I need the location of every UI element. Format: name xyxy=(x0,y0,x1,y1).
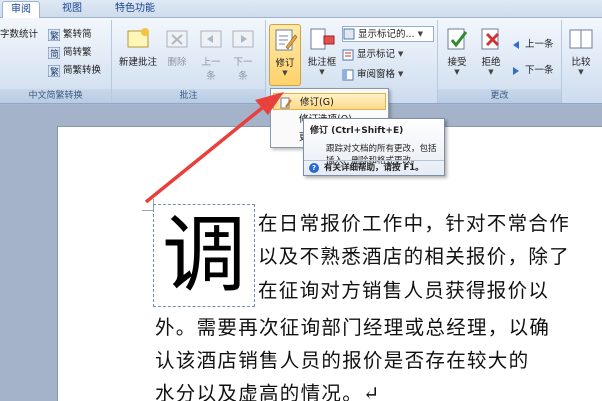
cn-convert-label: 简繁转换 xyxy=(63,65,102,76)
document-line: 外。需要再次征询部门经理或总经理，以确 xyxy=(155,316,551,339)
group-compare: 比较 ▼ xyxy=(562,20,602,103)
prev-comment-label-2: 条 xyxy=(206,71,216,82)
chevron-down-icon: ▼ xyxy=(398,70,404,78)
word-count-button[interactable]: 字数统计 xyxy=(0,26,38,43)
delete-comment-label: 删除 xyxy=(167,57,187,68)
markup-display-value: 显示标记的... xyxy=(358,28,415,40)
simp-to-trad-icon: 简 xyxy=(47,46,61,60)
next-comment-icon xyxy=(230,26,256,52)
menu-item-track-changes[interactable]: 修订(G) xyxy=(273,93,386,110)
trad-to-simp-icon: 繁 xyxy=(47,28,61,42)
simp-to-trad-label: 简转繁 xyxy=(63,47,92,58)
track-changes-button[interactable]: 修订 ▼ xyxy=(269,24,301,86)
reject-icon xyxy=(478,26,504,52)
review-pane-button[interactable]: 审阅窗格 ▼ xyxy=(342,66,403,83)
help-icon: ? xyxy=(309,163,319,173)
document-line: 在日常报价工作中，针对不常合作 xyxy=(258,212,571,235)
prev-change-icon xyxy=(510,39,522,51)
next-comment-label-2: 条 xyxy=(238,71,248,82)
trad-to-simp-button[interactable]: 繁 繁转简 xyxy=(47,26,92,43)
show-markup-button[interactable]: 显示标记 ▼ xyxy=(342,46,403,63)
prev-change-button[interactable]: 上一条 xyxy=(510,36,554,53)
chevron-down-icon: ▼ xyxy=(578,68,584,76)
balloons-icon xyxy=(309,26,335,52)
tab-review[interactable]: 审阅 xyxy=(2,1,40,18)
show-markup-icon xyxy=(342,49,354,61)
balloons-button[interactable]: 批注框 ▼ xyxy=(304,24,340,86)
chevron-down-icon: ▼ xyxy=(417,29,423,38)
next-change-button[interactable]: 下一条 xyxy=(510,62,554,79)
group-comments: 新建批注 删除 上一 条 下一 条 批注 xyxy=(112,20,266,103)
new-comment-label: 新建批注 xyxy=(118,57,157,68)
tab-special-features[interactable]: 特色功能 xyxy=(104,1,166,18)
track-changes-icon xyxy=(280,97,292,109)
ribbon-tab-strip: 审阅 视图 特色功能 xyxy=(0,0,602,18)
group-label-comments: 批注 xyxy=(112,89,265,103)
reject-label: 拒绝 xyxy=(481,57,501,68)
delete-comment-button[interactable]: 删除 xyxy=(162,24,192,86)
svg-text:简: 简 xyxy=(50,48,59,59)
next-change-label: 下一条 xyxy=(525,65,554,76)
track-changes-label: 修订 xyxy=(275,58,295,69)
next-change-icon xyxy=(510,65,522,77)
balloons-label: 批注框 xyxy=(307,57,337,68)
svg-text:繁: 繁 xyxy=(50,66,59,77)
chevron-down-icon: ▼ xyxy=(282,69,288,77)
cn-convert-icon: 繁 xyxy=(47,64,61,78)
document-line: 认该酒店销售人员的报价是否存在较大的 xyxy=(155,349,530,372)
new-comment-button[interactable]: 新建批注 xyxy=(116,24,160,86)
track-changes-icon xyxy=(272,27,298,53)
markup-display-select[interactable]: 显示标记的... ▼ xyxy=(342,26,434,42)
accept-label: 接受 xyxy=(447,57,467,68)
menu-item-track-changes-label: 修订(G) xyxy=(300,97,334,108)
accept-button[interactable]: 接受 ▼ xyxy=(442,24,472,86)
track-changes-tooltip: 修订 (Ctrl+Shift+E) 跟踪对文档的所有更改，包括插入、删除和格式更… xyxy=(303,118,445,176)
show-markup-label: 显示标记 xyxy=(357,49,396,60)
tooltip-footer: ? 有关详细帮助，请按 F1。 xyxy=(304,160,444,175)
markup-display-icon xyxy=(343,28,355,40)
drop-cap[interactable]: 调 xyxy=(153,204,255,307)
chevron-down-icon: ▼ xyxy=(398,50,404,58)
group-label-chinese-conversion: 中文简繁转换 xyxy=(0,89,111,103)
svg-text:繁: 繁 xyxy=(50,30,59,41)
compare-label: 比较 xyxy=(571,57,591,68)
reject-button[interactable]: 拒绝 ▼ xyxy=(476,24,506,86)
document-line: 水分以及虚高的情况。↵ xyxy=(155,382,381,401)
chevron-down-icon: ▼ xyxy=(454,68,460,76)
review-pane-icon xyxy=(342,69,354,81)
document-line: 以及不熟悉酒店的相关报价，除了 xyxy=(258,245,571,268)
next-comment-button[interactable]: 下一 条 xyxy=(228,24,258,86)
tab-view[interactable]: 视图 xyxy=(52,1,92,18)
accept-icon xyxy=(444,26,470,52)
prev-change-label: 上一条 xyxy=(525,39,554,50)
next-comment-label-1: 下一 xyxy=(233,57,253,68)
cn-convert-button[interactable]: 繁 简繁转换 xyxy=(47,62,102,79)
tooltip-title: 修订 (Ctrl+Shift+E) xyxy=(310,126,404,136)
new-comment-icon xyxy=(125,26,151,52)
tooltip-footer-text: 有关详细帮助，请按 F1。 xyxy=(324,163,424,173)
prev-comment-label-1: 上一 xyxy=(201,57,221,68)
chevron-down-icon: ▼ xyxy=(488,68,494,76)
review-pane-label: 审阅窗格 xyxy=(357,69,396,80)
simp-to-trad-button[interactable]: 简 简转繁 xyxy=(47,44,92,61)
group-label-changes: 更改 xyxy=(438,89,561,103)
prev-comment-button[interactable]: 上一 条 xyxy=(196,24,226,86)
word-count-label: 字数统计 xyxy=(0,29,39,40)
group-changes: 接受 ▼ 拒绝 ▼ 上一条 下一条 更改 xyxy=(438,20,562,103)
group-chinese-conversion: 字数统计 繁 繁转简 简 简转繁 繁 简繁转换 中文简繁转换 xyxy=(0,20,112,103)
chevron-down-icon: ▼ xyxy=(319,68,325,76)
trad-to-simp-label: 繁转简 xyxy=(63,29,92,40)
delete-comment-icon xyxy=(164,26,190,52)
compare-button[interactable]: 比较 ▼ xyxy=(566,24,596,86)
document-line: 在征询对方销售人员获得报价以 xyxy=(258,279,550,302)
compare-icon xyxy=(568,26,594,52)
prev-comment-icon xyxy=(198,26,224,52)
